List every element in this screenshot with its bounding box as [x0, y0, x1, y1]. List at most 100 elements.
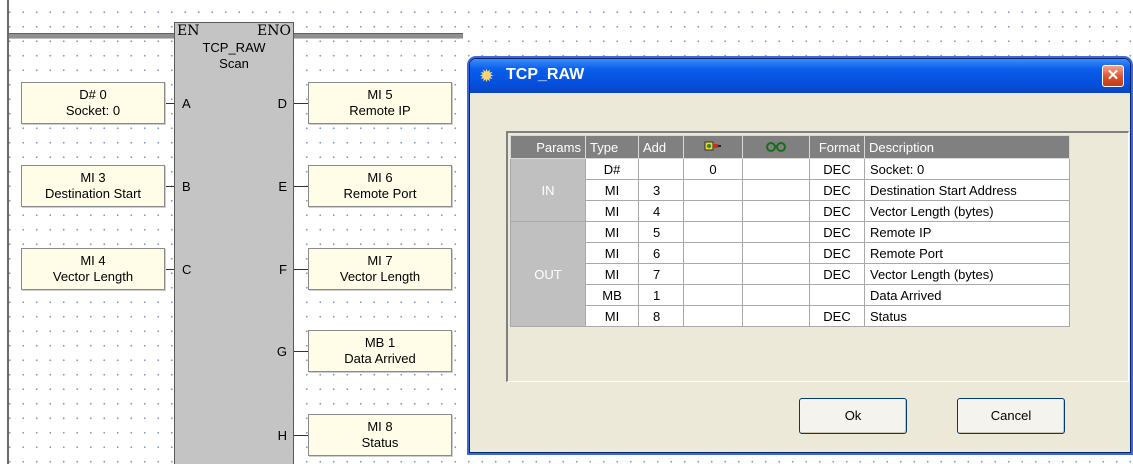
cell-add[interactable]: 1: [638, 284, 684, 306]
pin-d-label: D: [277, 96, 287, 111]
cell-format[interactable]: DEC: [809, 263, 865, 285]
table-row[interactable]: MI 4 DEC Vector Length (bytes): [511, 200, 1070, 222]
cell-description: Data Arrived: [864, 284, 1070, 306]
cell-add[interactable]: 3: [638, 179, 684, 201]
operand-description: Data Arrived: [344, 351, 416, 366]
cancel-button[interactable]: Cancel: [957, 398, 1065, 434]
block-name: TCP_RAW: [202, 40, 266, 55]
cell-type[interactable]: MB: [585, 284, 639, 306]
cell-current: [683, 305, 743, 327]
dialog-title: TCP_RAW: [506, 66, 585, 83]
output-operand-h[interactable]: MI 8 Status: [308, 414, 452, 456]
cell-watch: [742, 242, 810, 264]
cell-current: [683, 263, 743, 285]
table-row[interactable]: MI 6 DEC Remote Port: [511, 242, 1070, 264]
cell-add[interactable]: 7: [638, 263, 684, 285]
cell-format[interactable]: DEC: [809, 242, 865, 264]
close-icon: ✕: [1106, 67, 1120, 84]
pin-b-label: B: [182, 179, 191, 194]
pin-f-label: F: [279, 262, 287, 277]
cell-add[interactable]: [638, 158, 684, 180]
operand-description: Socket: 0: [65, 103, 121, 118]
operand-address: D# 0: [79, 87, 107, 102]
pin-e-label: E: [278, 179, 287, 194]
operand-description: Vector Length: [52, 269, 134, 284]
cell-type[interactable]: MI: [585, 263, 639, 285]
table-header-row: Params Type Add Format Description: [510, 135, 1070, 159]
output-operand-f[interactable]: MI 7 Vector Length: [308, 248, 452, 290]
cell-description: Status: [864, 305, 1070, 327]
table-row[interactable]: MI 8 DEC Status: [511, 305, 1070, 327]
cell-watch: [742, 179, 810, 201]
input-operand-c[interactable]: MI 4 Vector Length: [21, 248, 165, 290]
cell-type[interactable]: MI: [585, 221, 639, 243]
cell-current: [683, 242, 743, 264]
output-operand-g[interactable]: MB 1 Data Arrived: [308, 330, 452, 372]
cell-current: [683, 221, 743, 243]
sun-icon: ✹: [479, 66, 495, 86]
cell-format[interactable]: DEC: [809, 305, 865, 327]
output-operand-d[interactable]: MI 5 Remote IP: [308, 82, 452, 124]
eno-label: ENO: [257, 23, 291, 39]
cell-add[interactable]: 6: [638, 242, 684, 264]
tcp-raw-dialog: ✹ TCP_RAW ✕ Params Type Add Format Descr…: [469, 58, 1131, 453]
close-button[interactable]: ✕: [1102, 65, 1124, 87]
operand-address: MI 4: [80, 253, 106, 268]
operand-address: MI 7: [367, 253, 393, 268]
cell-description: Socket: 0: [864, 158, 1070, 180]
cell-type[interactable]: D#: [585, 158, 639, 180]
col-description[interactable]: Description: [864, 135, 1070, 159]
params-grid: Params Type Add Format Description IN D#…: [506, 131, 1129, 382]
col-add[interactable]: Add: [638, 135, 684, 159]
operand-description: Status: [361, 435, 399, 450]
table-row[interactable]: MB 1 Data Arrived: [511, 284, 1070, 306]
operand-description: Destination Start: [44, 186, 142, 201]
cell-format[interactable]: DEC: [809, 179, 865, 201]
block-mode: Scan: [219, 56, 249, 71]
cell-add[interactable]: 5: [638, 221, 684, 243]
col-params[interactable]: Params: [510, 135, 586, 159]
cell-description: Vector Length (bytes): [864, 200, 1070, 222]
input-operand-b[interactable]: MI 3 Destination Start: [21, 165, 165, 207]
operand-address: MI 6: [367, 170, 393, 185]
cell-watch: [742, 158, 810, 180]
cell-description: Vector Length (bytes): [864, 263, 1070, 285]
group-out-label: OUT: [510, 221, 586, 327]
cell-format[interactable]: DEC: [809, 221, 865, 243]
cell-description: Destination Start Address: [864, 179, 1070, 201]
ok-button[interactable]: Ok: [799, 398, 907, 434]
cell-type[interactable]: MI: [585, 200, 639, 222]
table-row[interactable]: MI 3 DEC Destination Start Address: [511, 179, 1070, 201]
col-type[interactable]: Type: [585, 135, 639, 159]
cell-add[interactable]: 4: [638, 200, 684, 222]
en-label: EN: [177, 23, 200, 39]
operand-address: MI 8: [367, 419, 393, 434]
plug-icon[interactable]: [683, 135, 743, 159]
table-row[interactable]: OUT MI 5 DEC Remote IP: [510, 221, 1070, 327]
cell-format[interactable]: DEC: [809, 158, 865, 180]
cell-type[interactable]: MI: [585, 305, 639, 327]
operand-address: MB 1: [364, 335, 396, 350]
pin-h-wire: [294, 435, 308, 436]
cell-watch: [742, 221, 810, 243]
pin-a-label: A: [182, 96, 191, 111]
table-row[interactable]: IN D# 0 DEC Socket: 0: [510, 158, 1070, 222]
dialog-titlebar[interactable]: ✹ TCP_RAW ✕: [470, 59, 1130, 93]
cell-current: [683, 284, 743, 306]
cell-type[interactable]: MI: [585, 179, 639, 201]
cell-format[interactable]: DEC: [809, 200, 865, 222]
cell-format[interactable]: [809, 284, 865, 306]
pin-g-wire: [294, 351, 308, 352]
cell-current: 0: [683, 158, 743, 180]
table-row[interactable]: MI 7 DEC Vector Length (bytes): [511, 263, 1070, 285]
input-operand-a[interactable]: D# 0 Socket: 0: [21, 82, 165, 124]
rung-line-left: [9, 33, 174, 39]
cell-add[interactable]: 8: [638, 305, 684, 327]
cell-watch: [742, 200, 810, 222]
output-operand-e[interactable]: MI 6 Remote Port: [308, 165, 452, 207]
cell-type[interactable]: MI: [585, 242, 639, 264]
pin-e-wire: [294, 186, 308, 187]
tcp-raw-function-block[interactable]: EN ENO TCP_RAW Scan A B C D E F G H: [174, 22, 294, 464]
glasses-icon[interactable]: [742, 135, 810, 159]
col-format[interactable]: Format: [809, 135, 865, 159]
